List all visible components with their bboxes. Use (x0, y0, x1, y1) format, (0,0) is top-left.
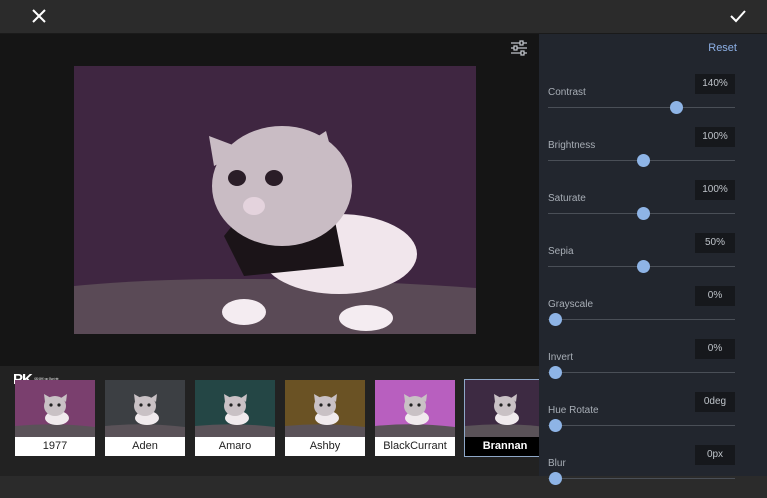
filter-name: Brannan (465, 437, 545, 456)
slider-handle[interactable] (549, 313, 562, 326)
control-label: Blur (548, 458, 566, 469)
sliders-icon[interactable] (510, 40, 528, 56)
slider-handle[interactable] (637, 260, 651, 273)
filter-thumbnail (375, 380, 455, 437)
slider-handle[interactable] (549, 366, 562, 379)
close-icon[interactable] (27, 4, 51, 28)
slider-track[interactable] (548, 319, 735, 320)
slider-handle[interactable] (549, 419, 562, 432)
adjust-control: Sepia 50% (548, 233, 738, 286)
control-label: Sepia (548, 246, 574, 257)
top-toolbar (0, 0, 767, 34)
filter-name: 1977 (15, 437, 95, 456)
filter-item[interactable]: Amaro (194, 379, 276, 457)
photo-canvas (74, 66, 476, 334)
slider-handle[interactable] (549, 472, 562, 485)
slider-handle[interactable] (669, 101, 683, 114)
adjust-control: Blur 0px (548, 445, 738, 498)
filter-name: Ashby (285, 437, 365, 456)
filter-item[interactable]: Aden (104, 379, 186, 457)
control-label: Brightness (548, 140, 596, 151)
control-value[interactable]: 0px (695, 445, 735, 465)
filter-item[interactable]: 1977 (14, 379, 96, 457)
control-label: Contrast (548, 87, 586, 98)
control-label: Hue Rotate (548, 405, 599, 416)
control-value[interactable]: 140% (695, 74, 735, 94)
filter-item[interactable]: Brannan (464, 379, 546, 457)
slider-handle[interactable] (637, 207, 651, 220)
filter-thumbnail (195, 380, 275, 437)
reset-button[interactable]: Reset (708, 42, 737, 54)
adjust-control: Invert 0% (548, 339, 738, 392)
control-label: Saturate (548, 193, 586, 204)
filter-thumbnail (105, 380, 185, 437)
adjust-control: Grayscale 0% (548, 286, 738, 339)
checkmark-icon[interactable] (726, 4, 750, 28)
adjust-control: Contrast 140% (548, 74, 738, 127)
control-value[interactable]: 100% (695, 127, 735, 147)
slider-handle[interactable] (637, 154, 651, 167)
control-label: Grayscale (548, 299, 594, 310)
filter-name: Amaro (195, 437, 275, 456)
filter-name: BlackCurrant (375, 437, 455, 456)
filter-thumbnail (465, 380, 545, 437)
control-value[interactable]: 50% (695, 233, 735, 253)
control-label: Invert (548, 352, 574, 363)
adjust-control: Brightness 100% (548, 127, 738, 180)
control-value[interactable]: 100% (695, 180, 735, 200)
slider-track[interactable] (548, 478, 735, 479)
filter-strip: PK電腦王阿達 1977AdenAmaroAshbyBlackCurrantBr… (0, 366, 546, 476)
slider-track[interactable] (548, 107, 735, 108)
slider-track[interactable] (548, 425, 735, 426)
filter-thumbnail (285, 380, 365, 437)
adjust-control: Saturate 100% (548, 180, 738, 233)
adjust-control: Hue Rotate 0deg (548, 392, 738, 445)
filter-item[interactable]: BlackCurrant (374, 379, 456, 457)
control-value[interactable]: 0deg (695, 392, 735, 412)
adjustments-panel: Reset Contrast 140% Brightness 100% Saturate… (539, 34, 767, 485)
slider-track[interactable] (548, 372, 735, 373)
filter-item[interactable]: Ashby (284, 379, 366, 457)
filter-thumbnail (15, 380, 95, 437)
filter-name: Aden (105, 437, 185, 456)
control-value[interactable]: 0% (695, 286, 735, 306)
control-value[interactable]: 0% (695, 339, 735, 359)
